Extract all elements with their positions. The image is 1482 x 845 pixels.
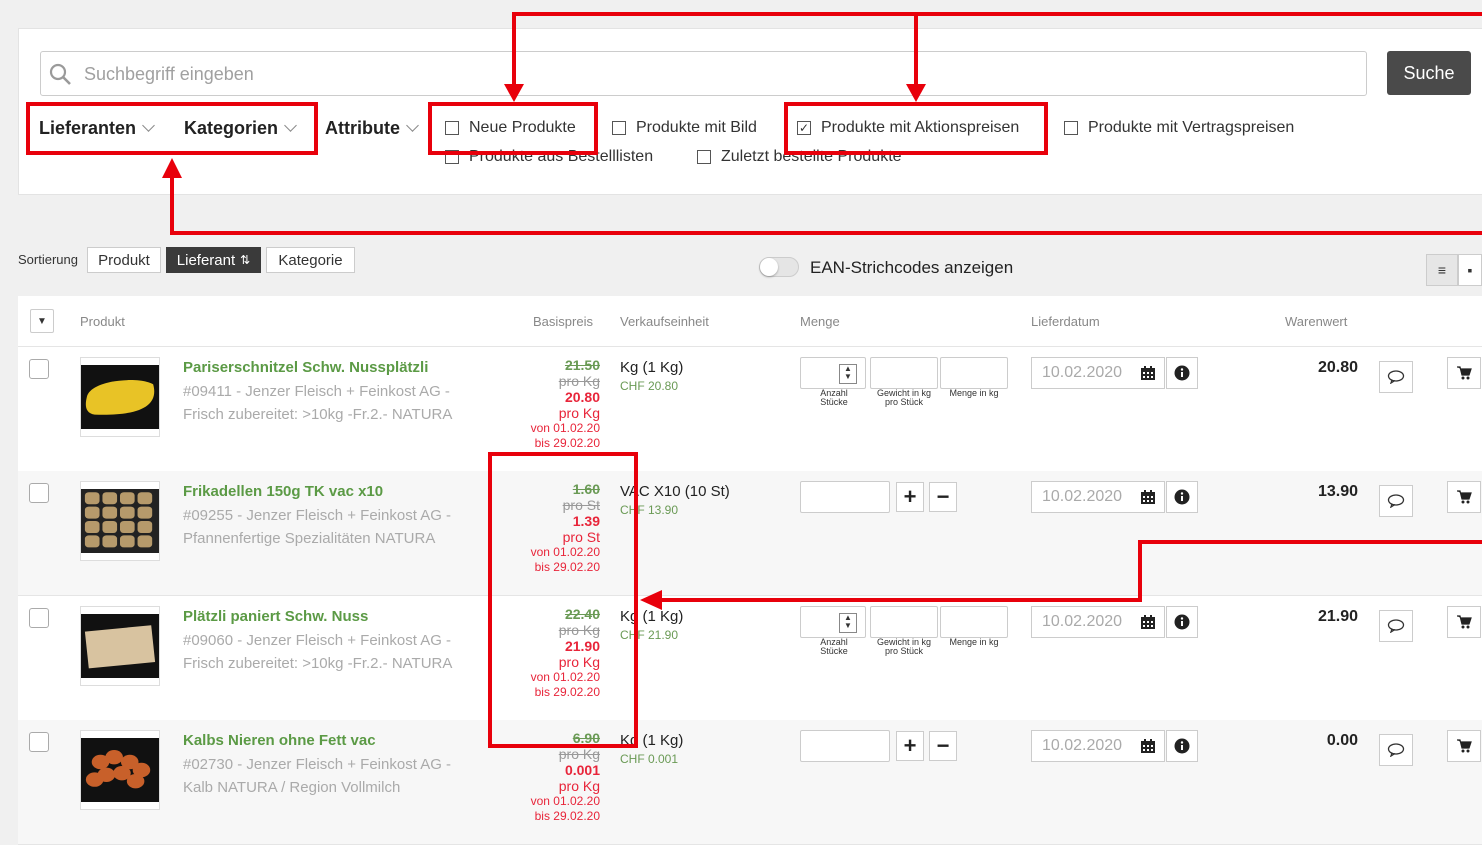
annotation-arrows bbox=[162, 12, 1482, 610]
